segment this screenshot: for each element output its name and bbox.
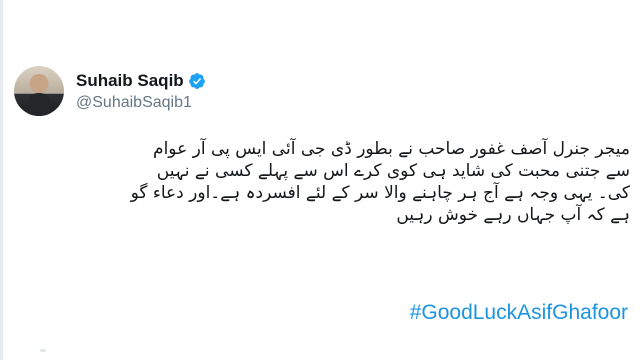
name-row: Suhaib Saqib xyxy=(76,71,206,91)
tweet-line: سے جتنی محبت کی شاید ہی کوی کرے اس سے پہ… xyxy=(156,161,630,181)
tweet-line: کی۔ یہی وجہ ہے آج ہر چاہنے والا سر کے لئ… xyxy=(130,183,630,203)
tweet-header: Suhaib Saqib @SuhaibSaqib1 xyxy=(14,66,206,116)
author-handle[interactable]: @SuhaibSaqib1 xyxy=(76,94,206,112)
tweet-card: Suhaib Saqib @SuhaibSaqib1 میجر جنرل آصف… xyxy=(0,0,640,360)
author-display-name[interactable]: Suhaib Saqib xyxy=(76,71,184,91)
divider xyxy=(40,349,46,352)
verified-badge-icon xyxy=(188,72,205,89)
tweet-text: میجر جنرل آصف غفور صاحب نے بطور ڈی جی آئ… xyxy=(30,138,630,226)
card-border xyxy=(0,0,3,360)
tweet-line: میجر جنرل آصف غفور صاحب نے بطور ڈی جی آئ… xyxy=(153,139,630,159)
tweet-line: ہے کہ آپ جہاں رہے خوش رہیں xyxy=(396,205,630,225)
hashtag-link[interactable]: #GoodLuckAsifGhafoor xyxy=(410,301,628,325)
avatar[interactable] xyxy=(14,66,64,116)
author-names: Suhaib Saqib @SuhaibSaqib1 xyxy=(76,71,206,112)
